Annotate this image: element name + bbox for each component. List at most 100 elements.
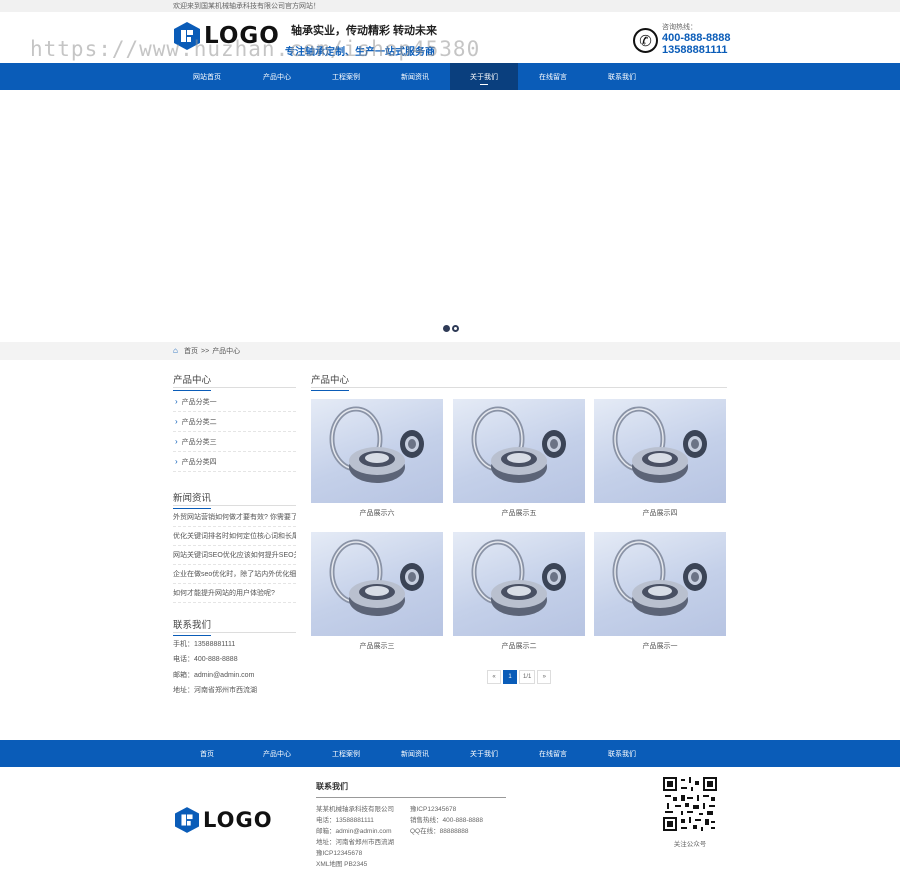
product-image[interactable]: [311, 399, 443, 503]
footer-qq: QQ在线：88888888: [410, 828, 469, 835]
bearing-illustration: [612, 406, 707, 483]
footer-nav-about[interactable]: 关于我们: [450, 740, 518, 767]
bearing-illustration: [471, 539, 566, 616]
news-item[interactable]: 外贸网站营销如何做才要有效? 你需要了...: [173, 508, 296, 527]
product-image[interactable]: [311, 532, 443, 636]
news-item[interactable]: 优化关键词排名时如何定位核心词和长尾...: [173, 527, 296, 546]
contact-mobile: 手机：13588881111: [173, 640, 236, 648]
contact-title-text: 联系我们: [173, 617, 212, 636]
phone-icon: ✆: [633, 28, 658, 53]
banner-slider: [0, 90, 900, 342]
product-card[interactable]: 产品展示四: [594, 399, 726, 518]
product-image[interactable]: [453, 532, 585, 636]
pager-last[interactable]: »: [537, 670, 552, 684]
news-title-text: 新闻资讯: [173, 490, 212, 509]
breadcrumb-home[interactable]: 首页: [184, 346, 198, 356]
category-label: 产品分类四: [181, 458, 217, 466]
product-image[interactable]: [594, 399, 726, 503]
slider-dot-1[interactable]: [443, 325, 450, 332]
news-item[interactable]: 企业在做seo优化时，除了站内外优化细...: [173, 565, 296, 584]
footer-logo[interactable]: LOGO: [175, 807, 273, 833]
welcome-text: 欢迎来到国某机械轴承科技有限公司官方网站！: [173, 3, 320, 10]
product-image[interactable]: [594, 532, 726, 636]
footer-icp-2[interactable]: 豫ICP12345678: [410, 804, 483, 815]
product-caption[interactable]: 产品展示一: [594, 641, 726, 651]
footer-phone: 电话：13588881111: [316, 817, 374, 824]
qr-caption: 关注公众号: [673, 841, 707, 848]
category-label: 产品分类一: [181, 398, 217, 406]
footer-logo-text: LOGO: [203, 808, 273, 832]
site-header: LOGO 轴承实业，传动精彩 转动未来 专注轴承定制、生产一站式服务商 ✆ 咨询…: [0, 12, 900, 63]
chevron-right-icon: ›: [175, 457, 178, 466]
product-caption[interactable]: 产品展示六: [311, 508, 443, 518]
breadcrumb-bar: ⌂ 首页 >> 产品中心: [0, 342, 900, 360]
qr-code-icon: [663, 777, 717, 831]
category-item[interactable]: › 产品分类二: [173, 412, 296, 432]
product-card[interactable]: 产品展示五: [453, 399, 585, 518]
footer-nav-home[interactable]: 首页: [173, 740, 241, 767]
pager-current[interactable]: 1: [503, 670, 517, 684]
footer-nav-products[interactable]: 产品中心: [243, 740, 311, 767]
main-nav: 网站首页 产品中心 工程案例 新闻资讯 关于我们 在线留言 联系我们: [0, 63, 900, 90]
product-section-title-text: 产品中心: [311, 372, 350, 391]
product-card[interactable]: 产品展示二: [453, 532, 585, 651]
news-item[interactable]: 如何才能提升网站的用户体验呢?: [173, 584, 296, 603]
category-title-text: 产品中心: [173, 372, 212, 391]
site-logo[interactable]: LOGO: [174, 22, 280, 50]
category-label: 产品分类二: [181, 418, 217, 426]
footer-sitemap[interactable]: XML地图 PB2345: [316, 859, 410, 870]
product-card[interactable]: 产品展示一: [594, 532, 726, 651]
footer-icp[interactable]: 豫ICP12345678: [316, 848, 410, 859]
category-item[interactable]: › 产品分类三: [173, 432, 296, 452]
product-caption[interactable]: 产品展示五: [453, 508, 585, 518]
footer-nav: 首页 产品中心 工程案例 新闻资讯 关于我们 在线留言 联系我们: [0, 740, 900, 767]
hotline-number-2: 13588881111: [662, 44, 728, 56]
category-label: 产品分类三: [181, 438, 217, 446]
slogan-line-2: 专注轴承定制、生产一站式服务商: [285, 47, 435, 58]
nav-item-contact[interactable]: 联系我们: [588, 63, 656, 90]
footer-nav-cases[interactable]: 工程案例: [312, 740, 380, 767]
category-title: 产品中心: [173, 372, 296, 391]
top-bar: 欢迎来到国某机械轴承科技有限公司官方网站！: [0, 0, 900, 12]
slogan-line-1: 轴承实业，传动精彩 转动未来: [291, 25, 438, 37]
footer-nav-message[interactable]: 在线留言: [519, 740, 587, 767]
breadcrumb-separator: >>: [201, 347, 210, 355]
pager-total: 1/1: [519, 670, 536, 684]
footer-company: 某某机械轴承科技有限公司: [316, 806, 394, 813]
nav-item-home[interactable]: 网站首页: [173, 63, 241, 90]
logo-hexagon-icon: [175, 807, 199, 833]
product-caption[interactable]: 产品展示三: [311, 641, 443, 651]
nav-item-cases[interactable]: 工程案例: [312, 63, 380, 90]
breadcrumb: ⌂ 首页 >> 产品中心: [173, 346, 240, 356]
footer-contact-col-1: 某某机械轴承科技有限公司 电话：13588881111 邮箱：admin@adm…: [316, 804, 410, 870]
product-card[interactable]: 产品展示六: [311, 399, 443, 518]
product-caption[interactable]: 产品展示四: [594, 508, 726, 518]
category-item[interactable]: › 产品分类一: [173, 392, 296, 412]
product-section-title: 产品中心: [311, 372, 727, 391]
nav-item-news[interactable]: 新闻资讯: [381, 63, 449, 90]
slogan: 轴承实业，传动精彩 转动未来 专注轴承定制、生产一站式服务商: [285, 22, 437, 58]
bearing-illustration: [612, 539, 707, 616]
slider-dot-2[interactable]: [452, 325, 459, 332]
product-image[interactable]: [453, 399, 585, 503]
nav-item-message[interactable]: 在线留言: [519, 63, 587, 90]
nav-item-products[interactable]: 产品中心: [243, 63, 311, 90]
footer-nav-contact[interactable]: 联系我们: [588, 740, 656, 767]
category-item[interactable]: › 产品分类四: [173, 452, 296, 472]
contact-address: 地址：河南省郑州市西流湖: [173, 687, 257, 695]
footer-nav-news[interactable]: 新闻资讯: [381, 740, 449, 767]
contact-title: 联系我们: [173, 617, 296, 636]
contact-phone: 电话：400-888-8888: [173, 656, 238, 664]
chevron-right-icon: ›: [175, 397, 178, 406]
logo-hexagon-icon: [174, 22, 200, 50]
product-card[interactable]: 产品展示三: [311, 532, 443, 651]
logo-text: LOGO: [204, 23, 280, 49]
bearing-illustration: [329, 406, 424, 483]
bearing-illustration: [471, 406, 566, 483]
product-caption[interactable]: 产品展示二: [453, 641, 585, 651]
nav-item-about[interactable]: 关于我们: [450, 63, 518, 90]
pager-first[interactable]: «: [487, 670, 501, 684]
news-item[interactable]: 网站关键词SEO优化应该如何提升SEO关...: [173, 546, 296, 565]
footer-email: 邮箱：admin@admin.com: [316, 828, 392, 835]
footer-address: 地址：河南省郑州市西流湖: [316, 839, 394, 846]
